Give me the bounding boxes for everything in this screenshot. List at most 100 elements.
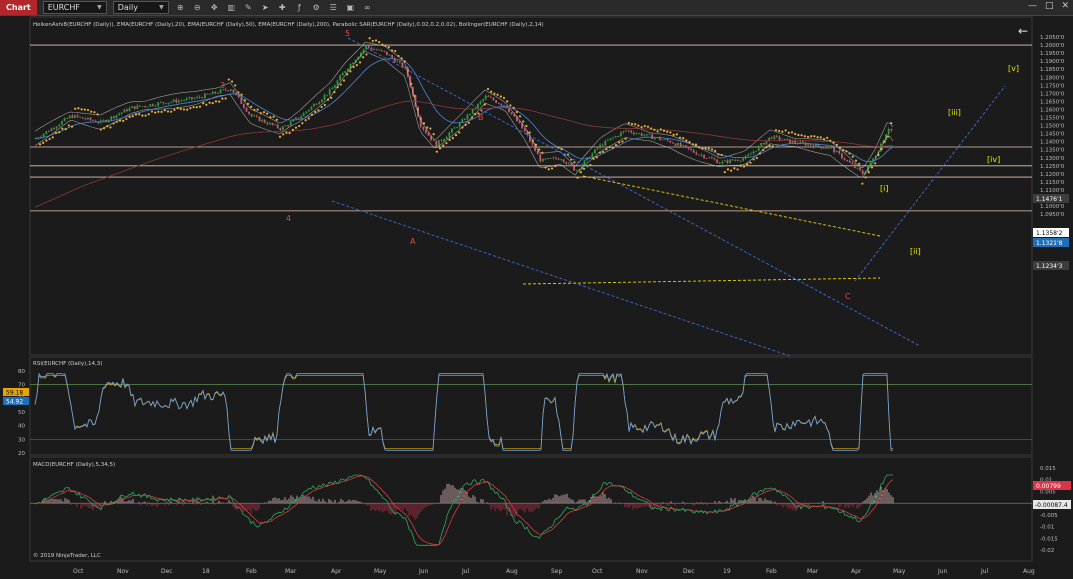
link-icon[interactable]: ∞	[362, 2, 373, 13]
candle-body	[776, 135, 778, 137]
candle-body	[167, 102, 170, 104]
sar-dot	[381, 43, 384, 46]
candle-body	[146, 106, 149, 108]
candle-body	[841, 153, 843, 159]
sar-dot	[80, 108, 83, 111]
candle-body	[594, 149, 596, 154]
chart-tab[interactable]: Chart	[0, 0, 37, 15]
candle-body	[141, 106, 144, 107]
candle-body	[838, 150, 841, 154]
properties-icon[interactable]: ☰	[328, 2, 339, 13]
candle-body	[248, 111, 250, 115]
zoom-in-icon[interactable]: ⊕	[175, 2, 186, 13]
candle-body	[500, 103, 503, 106]
sar-dot	[262, 110, 266, 114]
sar-dot	[486, 87, 490, 91]
candle-body	[713, 158, 716, 160]
candle-body	[560, 159, 562, 161]
candle-body	[737, 160, 739, 161]
instrument-selector[interactable]: EURCHF ▼	[42, 1, 107, 14]
sar-dot	[877, 153, 880, 156]
candle-body	[612, 137, 614, 139]
price-tick-label: 1.1950'0	[1040, 51, 1065, 57]
price-tick-label: 1.2050'0	[1040, 35, 1065, 41]
candle-body	[172, 99, 175, 102]
sar-dot	[320, 105, 323, 109]
pointer-icon[interactable]: ➤	[260, 2, 271, 13]
candle-body	[575, 170, 578, 172]
sar-dot	[246, 102, 250, 105]
candle-body	[266, 122, 269, 125]
sar-dot	[362, 56, 365, 59]
close-button[interactable]: ✕	[1061, 1, 1069, 11]
candle-body	[596, 148, 599, 150]
candle-body	[726, 160, 729, 163]
draw-tool-icon[interactable]: ✎	[243, 2, 254, 13]
minimize-button[interactable]: —	[1028, 1, 1037, 11]
x-axis-month-label: Mar	[285, 568, 297, 575]
sar-dot	[790, 131, 794, 134]
candle-body	[263, 119, 266, 123]
candle-body	[50, 128, 53, 132]
sar-dot	[282, 133, 285, 136]
maximize-button[interactable]: □	[1045, 1, 1054, 11]
candle-body	[536, 150, 539, 155]
period-selector[interactable]: Daily ▼	[112, 1, 169, 14]
chart-style-icon[interactable]: ▥	[226, 2, 237, 13]
candle-body	[469, 113, 471, 115]
wave-label: [v]	[1008, 64, 1019, 73]
sar-dot	[886, 135, 890, 138]
candle-body	[308, 109, 310, 112]
candle-body	[61, 120, 63, 125]
plot-layer	[30, 37, 1032, 546]
strategies-icon[interactable]: ⚙	[311, 2, 322, 13]
sar-dot	[346, 73, 349, 76]
sar-dot	[474, 113, 477, 116]
candle-body	[648, 134, 651, 135]
sar-dot	[618, 141, 621, 144]
sar-dot	[560, 148, 563, 151]
sar-dot	[38, 143, 42, 146]
sar-dot	[746, 163, 749, 166]
sar-dot	[611, 146, 614, 149]
sar-dot	[154, 111, 157, 114]
candle-body	[565, 162, 568, 164]
candle-body	[833, 147, 835, 153]
candle-body	[136, 105, 139, 109]
candle-body	[269, 122, 271, 125]
candle-body	[848, 160, 851, 163]
candle-body	[300, 116, 302, 119]
indicators-title: HeikenAshi8(EURCHF (Daily)), EMA(EURCHF …	[33, 22, 544, 28]
chart-area[interactable]: 1.2050'0 1.2000'0 1.1950'0 1.1900'0 1.1850'0…	[0, 16, 1073, 579]
candle-body	[344, 71, 347, 73]
candle-body	[518, 121, 521, 124]
candle-body	[544, 158, 547, 160]
candle-body	[830, 147, 833, 148]
sar-dot	[330, 96, 333, 99]
sar-dot	[550, 167, 554, 170]
arrow-left-icon[interactable]: ←	[1018, 24, 1028, 38]
candle-body	[118, 113, 120, 116]
sar-dot	[509, 104, 512, 107]
price-tick-label: 1.1000'0	[1040, 204, 1065, 210]
candle-body	[768, 137, 770, 141]
sar-dot	[451, 137, 454, 140]
sar-dot	[250, 105, 253, 108]
candle-body	[219, 89, 222, 94]
sar-dot	[787, 131, 790, 134]
zoom-out-icon[interactable]: ⊖	[192, 2, 203, 13]
pan-icon[interactable]: ✥	[209, 2, 220, 13]
candle-body	[323, 94, 326, 100]
candle-body	[162, 102, 165, 104]
snapshot-icon[interactable]: ▣	[345, 2, 356, 13]
indicators-icon[interactable]: ƒ	[294, 2, 305, 13]
sar-dot	[173, 108, 176, 111]
x-axis-month-label: Apr	[331, 568, 342, 575]
candle-body	[183, 100, 185, 101]
candle-body	[399, 61, 401, 63]
crosshair-icon[interactable]: ✚	[277, 2, 288, 13]
ema-50-line	[34, 58, 894, 163]
sar-dot	[470, 116, 474, 119]
sar-dot	[822, 137, 826, 141]
candle-body	[718, 163, 721, 164]
